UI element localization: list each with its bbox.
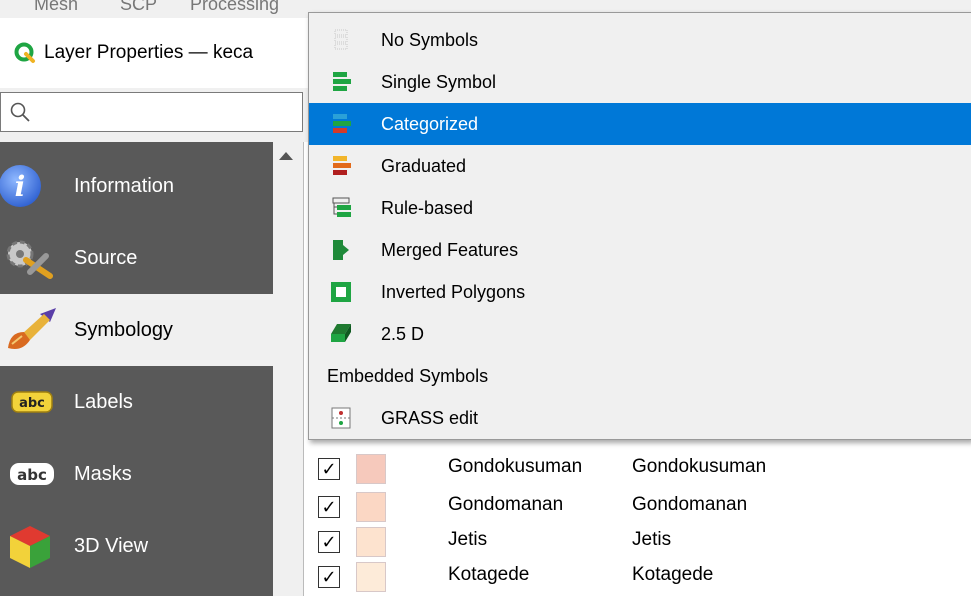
sidebar-item-label: Source — [74, 246, 138, 269]
category-checkbox[interactable]: ✓ — [318, 531, 340, 553]
menu-item-label: Graduated — [381, 155, 467, 176]
category-color-swatch[interactable] — [356, 562, 386, 592]
merged-features-icon — [333, 240, 349, 260]
single-symbol-icon — [333, 72, 351, 91]
symbology-icon — [0, 308, 58, 352]
no-symbols-icon — [334, 29, 348, 50]
svg-text:abc: abc — [19, 396, 45, 411]
sidebar-item-label: 3D View — [74, 534, 149, 557]
category-value: Gondomanan — [448, 494, 564, 515]
menu-item-label: GRASS edit — [381, 407, 479, 428]
sidebar-item-masks[interactable]: abc Masks — [0, 438, 273, 510]
category-legend: Gondokusuman — [632, 456, 767, 477]
search-icon — [10, 102, 30, 122]
sidebar-item-symbology[interactable]: Symbology — [0, 294, 273, 366]
2-5d-icon — [331, 324, 351, 342]
category-value: Kotagede — [448, 564, 530, 585]
svg-text:abc: abc — [17, 466, 47, 484]
table-row[interactable]: ✓ Gondokusuman Gondokusuman — [312, 452, 962, 486]
sidebar-item-label: Symbology — [74, 318, 173, 341]
menu-item-label: No Symbols — [381, 29, 479, 50]
information-icon: i — [0, 164, 58, 208]
category-color-swatch[interactable] — [356, 527, 386, 557]
graduated-icon — [333, 156, 351, 175]
menu-item-label: Merged Features — [381, 239, 519, 260]
categorized-icon — [333, 114, 351, 133]
qgis-logo-icon — [14, 42, 35, 63]
category-legend: Jetis — [632, 529, 672, 550]
scroll-up-arrow-icon[interactable] — [279, 152, 293, 160]
rule-based-icon — [332, 197, 351, 217]
menu-item-label: Single Symbol — [381, 71, 497, 92]
sidebar-scrollbar[interactable] — [273, 142, 299, 596]
menu-item-2-5d[interactable]: 2.5 D — [309, 313, 971, 355]
window-titlebar: Layer Properties — keca — [0, 18, 320, 88]
table-row[interactable]: ✓ Gondomanan Gondomanan — [312, 490, 962, 524]
masks-icon: abc — [0, 452, 58, 496]
inverted-polygons-icon — [331, 282, 351, 302]
menu-item-merged-features[interactable]: Merged Features — [309, 229, 971, 271]
menu-item-label: Rule-based — [381, 197, 474, 218]
table-row[interactable]: ✓ Jetis Jetis — [312, 525, 962, 559]
sidebar-item-label: Information — [74, 174, 175, 197]
sidebar-item-3d-view[interactable]: 3D View — [0, 510, 273, 582]
menu-item-label: Embedded Symbols — [327, 365, 489, 386]
menu-item-single-symbol[interactable]: Single Symbol — [309, 61, 971, 103]
properties-sidebar: i Information Source Symbology abc Label… — [0, 142, 273, 596]
category-checkbox[interactable]: ✓ — [318, 566, 340, 588]
category-checkbox[interactable]: ✓ — [318, 458, 340, 480]
svg-text:i: i — [15, 170, 26, 203]
sidebar-item-information[interactable]: i Information — [0, 150, 273, 222]
window-title: Layer Properties — keca — [44, 42, 254, 63]
menu-item-inverted-polygons[interactable]: Inverted Polygons — [309, 271, 971, 313]
sidebar-item-labels[interactable]: abc Labels — [0, 366, 273, 438]
menu-item-label: Inverted Polygons — [381, 281, 526, 302]
category-value: Jetis — [448, 529, 488, 550]
category-checkbox[interactable]: ✓ — [318, 496, 340, 518]
category-legend: Kotagede — [632, 564, 714, 585]
menu-item-rule-based[interactable]: Rule-based — [309, 187, 971, 229]
menu-mesh[interactable]: Mesh — [34, 0, 78, 15]
grass-edit-icon — [331, 407, 351, 429]
sidebar-search-input[interactable] — [0, 92, 303, 132]
menu-item-grass-edit[interactable]: GRASS edit — [309, 397, 971, 439]
category-color-swatch[interactable] — [356, 454, 386, 484]
table-row[interactable]: ✓ Kotagede Kotagede — [312, 560, 962, 594]
menu-scp[interactable]: SCP — [120, 0, 157, 15]
category-color-swatch[interactable] — [356, 492, 386, 522]
menu-item-label: Categorized — [381, 113, 479, 134]
menu-section-embedded-symbols[interactable]: Embedded Symbols — [309, 355, 971, 397]
sidebar-item-label: Masks — [74, 462, 132, 485]
sidebar-item-label: Labels — [74, 390, 133, 413]
renderer-type-dropdown-menu: No Symbols Single Symbol Categorized Gra… — [308, 12, 971, 440]
labels-icon: abc — [0, 380, 58, 424]
sidebar-item-source[interactable]: Source — [0, 222, 273, 294]
3d-view-icon — [0, 524, 58, 568]
menu-item-categorized[interactable]: Categorized — [309, 103, 971, 145]
source-icon — [0, 236, 58, 280]
category-legend: Gondomanan — [632, 494, 748, 515]
menu-item-graduated[interactable]: Graduated — [309, 145, 971, 187]
menu-processing[interactable]: Processing — [190, 0, 279, 15]
menu-item-label: 2.5 D — [381, 323, 425, 344]
category-value: Gondokusuman — [448, 456, 583, 477]
menu-item-no-symbols[interactable]: No Symbols — [309, 19, 971, 61]
